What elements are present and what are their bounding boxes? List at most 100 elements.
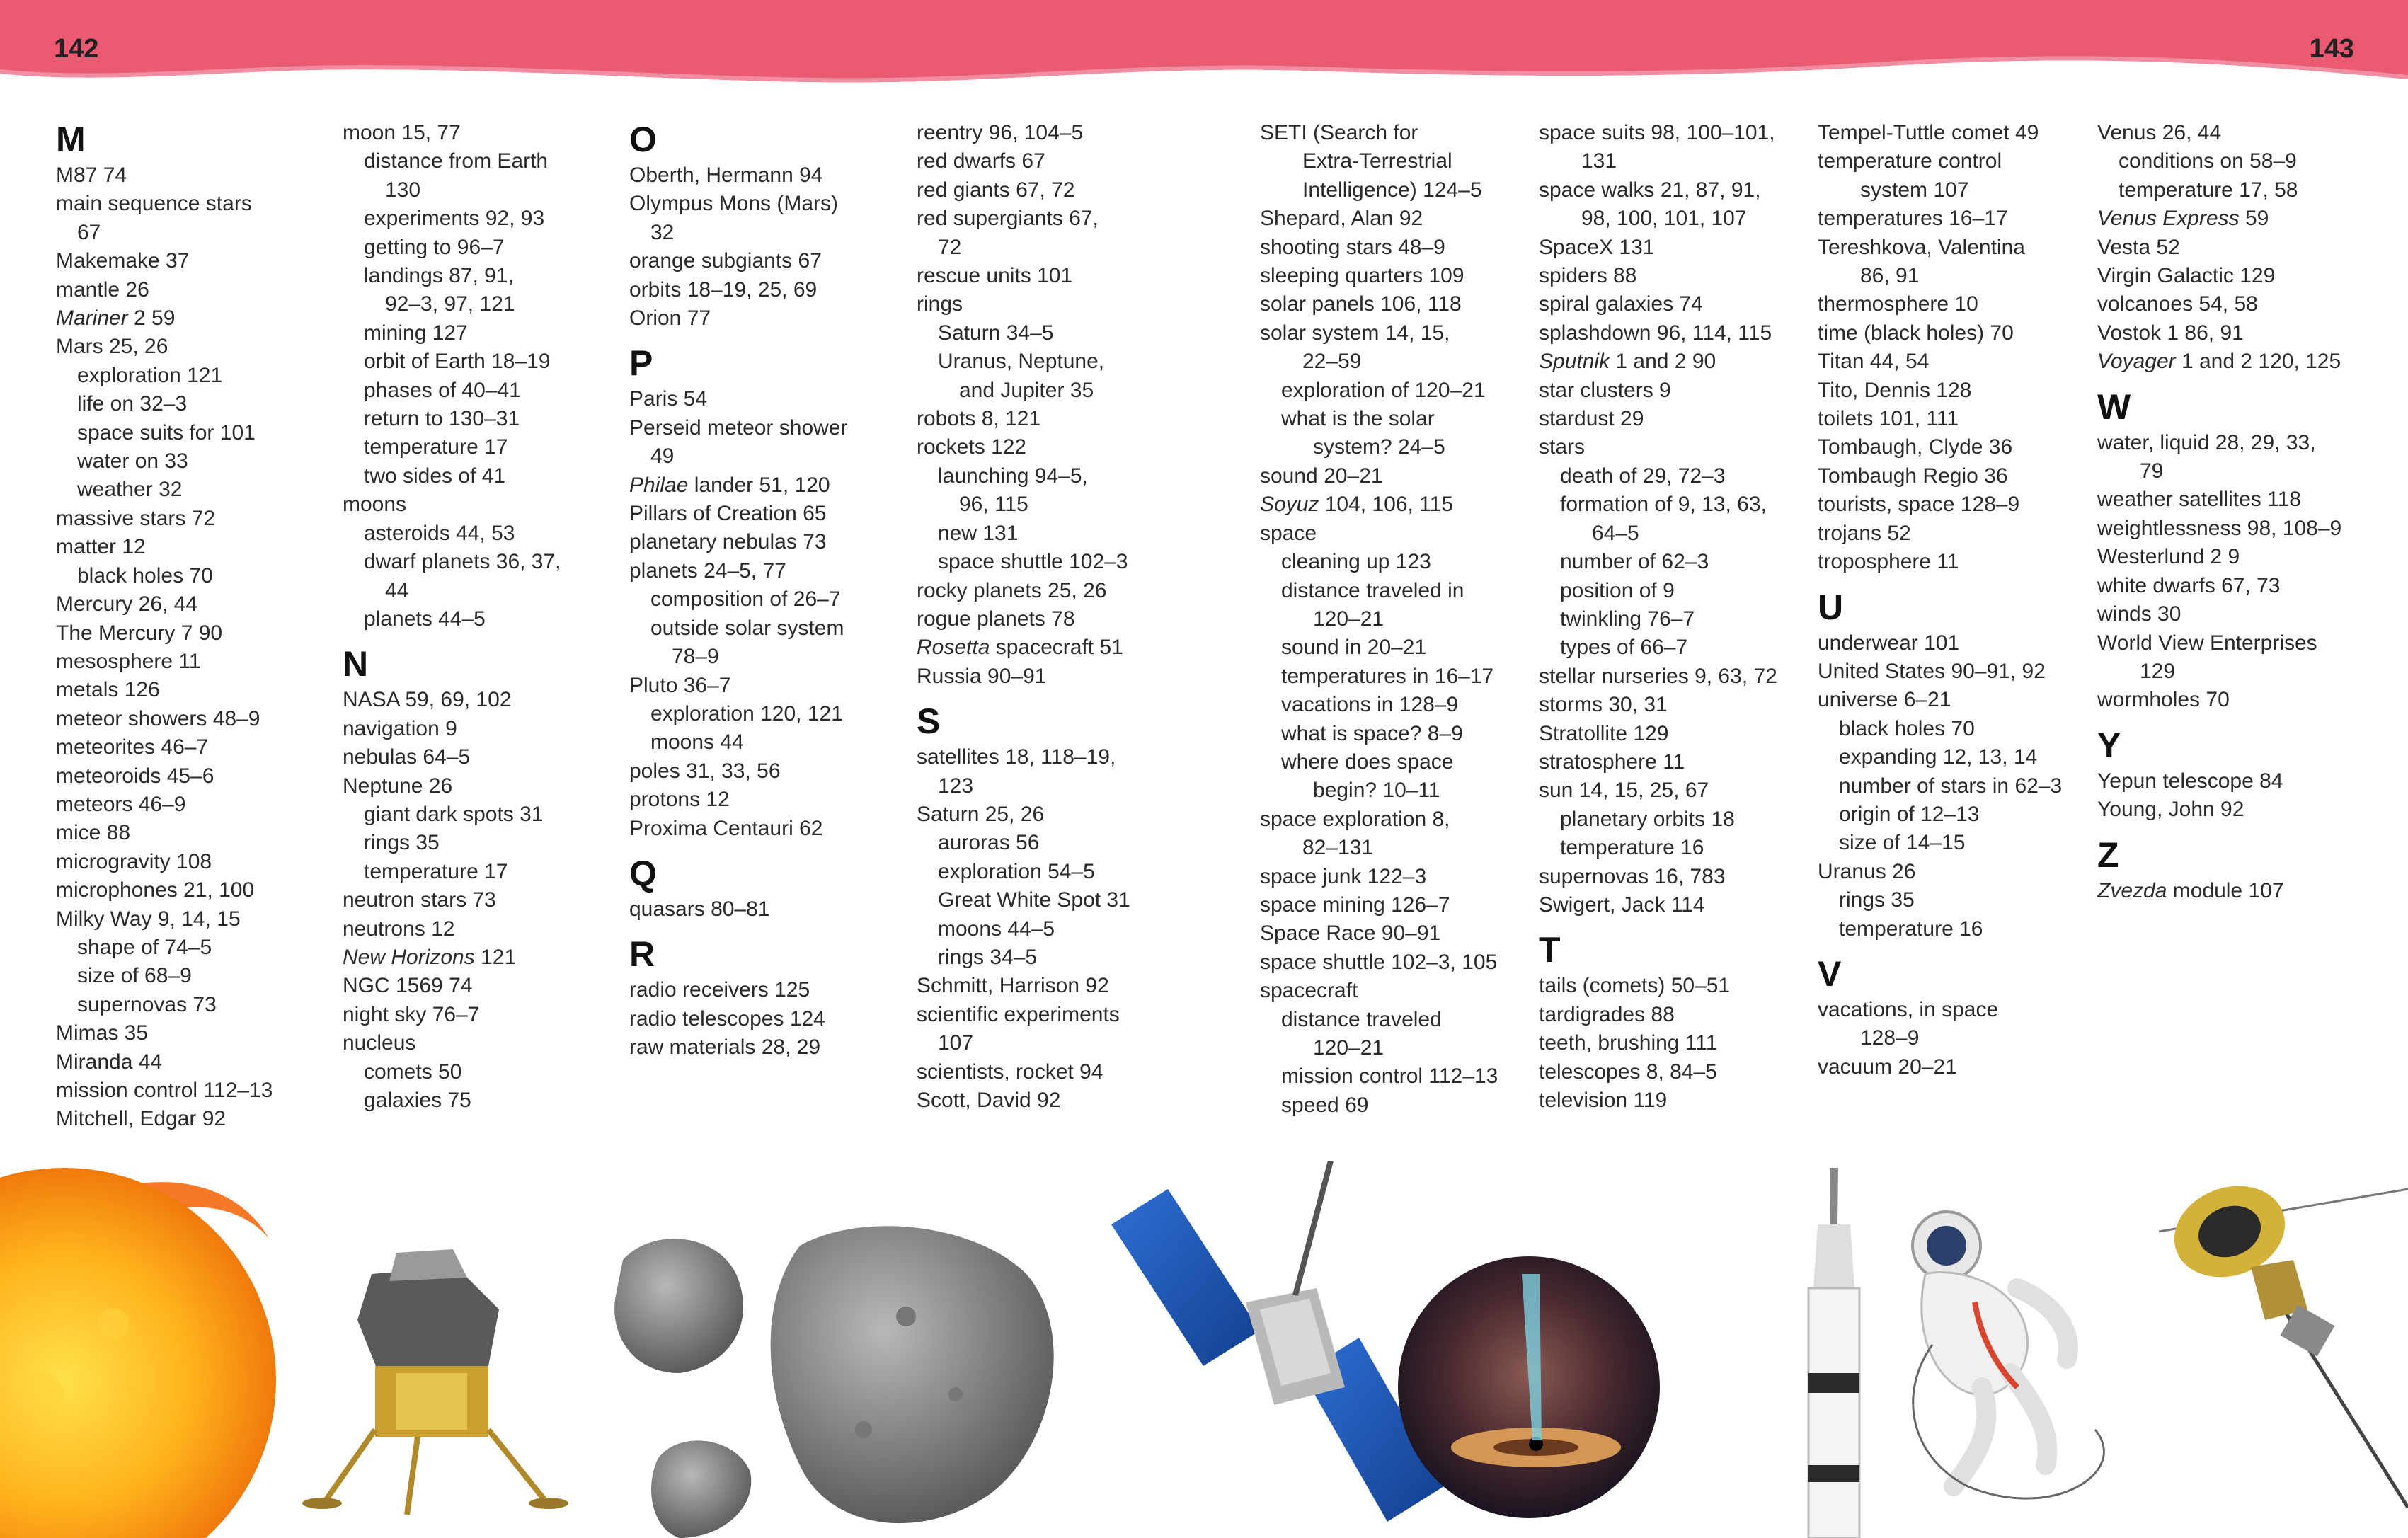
index-entry: NGC 1569 74 [343,974,473,998]
index-entry: Tombaugh, Clyde 36 [1818,435,2013,459]
index-entry-continuation: 96, 115 [959,493,1028,517]
index-subentry: temperature 16 [1839,917,1983,941]
index-subentry: new 131 [938,521,1019,545]
index-entry: matter 12 [56,535,146,559]
index-entry: Venus 26, 44 [2097,121,2222,144]
index-subentry: Saturn 34–5 [938,321,1054,345]
index-subentry: formation of 9, 13, 63, [1560,493,1767,517]
index-entry: stardust 29 [1539,407,1644,431]
index-entry: rockets 122 [917,435,1027,459]
index-entry: universe 6–21 [1818,688,1951,712]
index-entry: navigation 9 [343,716,457,740]
index-entry: M87 74 [56,163,127,187]
index-text-segment: Voyager [2097,350,2176,374]
index-subentry: temperature 17 [364,859,508,883]
index-entry: wormholes 70 [2097,688,2230,712]
index-entry: microgravity 108 [56,849,212,873]
index-entry: orbits 18–19, 25, 69 [629,277,818,302]
index-subentry: position of 9 [1560,578,1675,602]
index-subentry: distance from Earth [364,149,549,173]
index-letter-heading: N [343,644,369,684]
index-entry: Zvezda module 107 [2097,877,2370,905]
index-letter-heading: M [56,120,86,159]
index-subentry: sound in 20–21 [1281,636,1427,660]
index-entry-continuation: 22–59 [1302,350,1362,374]
index-entry: Neptune 26 [343,774,453,798]
space-probe-icon [2158,1186,2408,1509]
index-subentry: exploration 120, 121 [650,701,843,725]
index-column-8: Venus 26, 44 conditions on 58–9 temperatur… [2097,119,2370,905]
index-entry: Westerlund 2 9 [2097,545,2240,569]
index-entry: main sequence stars [56,192,252,216]
index-subentry: water on 33 [77,449,188,474]
index-subentry: auroras 56 [938,831,1040,855]
index-entry: meteorites 46–7 [56,735,209,759]
index-subentry: return to 130–31 [364,407,520,431]
index-entry: raw materials 28, 29 [629,1035,821,1060]
index-text-segment: Rosetta [917,636,990,660]
index-entry-continuation: 79 [2140,459,2164,483]
index-entry: sound 20–21 [1260,464,1383,488]
index-entry: mantle 26 [56,277,149,302]
index-entry: moons [343,493,407,517]
index-entry-continuation: Extra-Terrestrial [1302,149,1452,173]
index-entry: solar system 14, 15, [1260,321,1450,345]
index-entry: mice 88 [56,821,131,845]
index-entry-continuation: 49 [650,444,675,469]
index-entry: Schmitt, Harrison 92 [917,974,1109,998]
index-entry: SpaceX 131 [1539,235,1655,259]
index-letter-heading: Z [2097,834,2119,875]
index-entry: rings [917,292,963,316]
index-entry-continuation: and Jupiter 35 [959,378,1094,402]
index-entry: planets 24–5, 77 [629,558,786,583]
index-subentry: death of 29, 72–3 [1560,464,1726,488]
index-entry-continuation: 32 [650,220,675,244]
index-entry: meteoroids 45–6 [56,764,214,788]
index-subentry: what is space? 8–9 [1281,721,1463,745]
index-entry: satellites 18, 118–19, [917,745,1116,769]
index-subentry: conditions on 58–9 [2119,149,2297,173]
index-entry: New Horizons 121 [343,943,615,972]
index-entry: Uranus 26 [1818,859,1916,883]
index-subentry: launching 94–5, [938,464,1088,488]
index-entry: Swigert, Jack 114 [1539,893,1705,917]
index-entry: SETI (Search for [1260,121,1418,144]
index-text-segment: 2 59 [127,306,176,331]
index-text-segment: New Horizons [343,945,475,969]
index-entry: Pluto 36–7 [629,673,731,697]
index-entry: Soyuz 104, 106, 115 [1260,490,1532,519]
index-column-5: SETI (Search for Extra-Terrestrial Intelli… [1260,119,1532,1120]
index-entry-continuation: 78–9 [672,645,719,669]
index-subentry: planetary orbits 18 [1560,807,1735,831]
index-entry-continuation: 92–3, 97, 121 [385,292,515,316]
index-entry: Titan 44, 54 [1818,350,1930,374]
index-entry-continuation: system? 24–5 [1313,435,1445,459]
index-entry: Tombaugh Regio 36 [1818,464,2008,488]
index-entry: Mercury 26, 44 [56,592,198,616]
index-entry: stellar nurseries 9, 63, 72 [1539,664,1777,688]
index-entry-continuation: 120–21 [1313,607,1384,631]
asteroids-icon [614,1226,1054,1538]
index-subentry: black holes 70 [1839,716,1975,740]
index-text-segment: module 107 [2167,878,2284,902]
index-entry: winds 30 [2097,602,2181,626]
index-entry: spiders 88 [1539,264,1637,288]
index-entry: Tempel-Tuttle comet 49 [1818,121,2039,144]
index-letter-heading: T [1539,930,1561,970]
index-entry: Stratollite 129 [1539,721,1669,745]
index-entry: Sputnik 1 and 2 90 [1539,348,1811,376]
index-entry: Tito, Dennis 128 [1818,378,1972,402]
index-entry: meteors 46–9 [56,792,186,816]
index-entry: reentry 96, 104–5 [917,121,1084,144]
index-subentry: experiments 92, 93 [364,207,545,231]
index-entry: Saturn 25, 26 [917,802,1045,826]
index-text-segment: 121 [474,945,517,969]
index-entry: metals 126 [56,678,160,702]
index-subentry: twinkling 76–7 [1560,607,1695,631]
index-entry: The Mercury 7 90 [56,621,223,645]
index-entry-continuation: 129 [2140,659,2176,683]
index-entry: space junk 122–3 [1260,864,1427,888]
index-entry: thermosphere 10 [1818,292,1978,316]
index-entry: sun 14, 15, 25, 67 [1539,779,1709,803]
index-entry: red dwarfs 67 [917,149,1045,173]
